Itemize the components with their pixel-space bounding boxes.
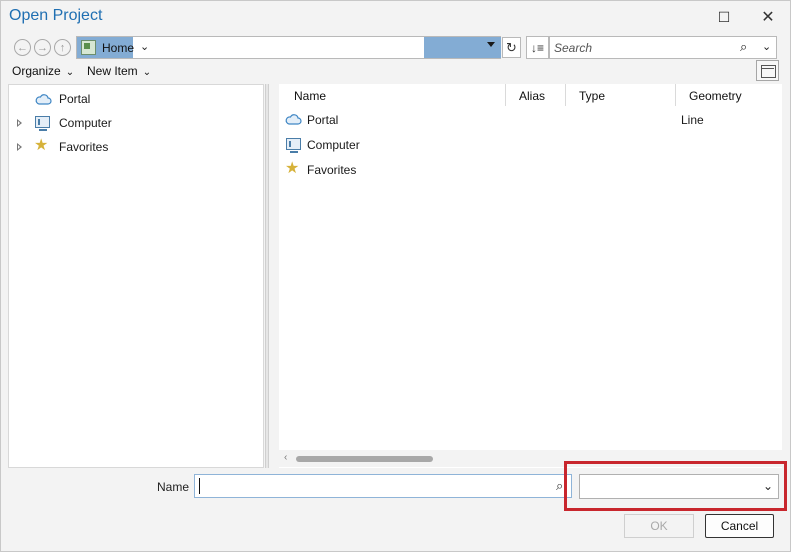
refresh-icon: ↻ bbox=[506, 39, 517, 55]
tree-label: Computer bbox=[59, 116, 112, 130]
navigation-tree[interactable]: Portal Computer ★ Favorites bbox=[8, 84, 264, 468]
up-button[interactable]: ↑ bbox=[54, 39, 71, 56]
back-arrow-icon: ← bbox=[17, 41, 28, 54]
computer-icon bbox=[35, 116, 50, 131]
open-project-dialog: Open Project ☐ ✕ ← → ↑ Home ⌄ ↻ ↓≡ ⌕ ⌄ O… bbox=[0, 0, 791, 552]
name-label: Name bbox=[157, 480, 190, 494]
search-input[interactable] bbox=[554, 40, 734, 56]
address-chevron-icon[interactable]: ⌄ bbox=[140, 40, 149, 53]
expand-arrow-icon[interactable] bbox=[17, 119, 22, 127]
annotation-highlight-box bbox=[564, 461, 787, 511]
search-icon[interactable]: ⌕ bbox=[740, 39, 747, 55]
search-box[interactable]: ⌕ ⌄ bbox=[549, 36, 777, 59]
tree-label: Portal bbox=[59, 92, 91, 106]
scrollbar-thumb[interactable] bbox=[296, 456, 433, 462]
expand-arrow-icon[interactable] bbox=[17, 143, 22, 151]
address-dropdown-icon[interactable] bbox=[487, 42, 495, 47]
search-dropdown-icon[interactable]: ⌄ bbox=[762, 40, 771, 53]
column-separator[interactable] bbox=[505, 84, 506, 106]
view-options-button[interactable] bbox=[756, 60, 779, 81]
list-item[interactable]: Portal Line bbox=[279, 110, 782, 132]
star-icon: ★ bbox=[285, 160, 300, 177]
column-separator[interactable] bbox=[565, 84, 566, 106]
chevron-down-icon: ⌄ bbox=[142, 67, 152, 78]
item-name: Favorites bbox=[307, 163, 357, 177]
address-bar[interactable]: Home ⌄ bbox=[76, 36, 501, 59]
item-geometry: Line bbox=[681, 113, 704, 127]
cloud-icon bbox=[285, 114, 302, 125]
forward-arrow-icon: → bbox=[37, 41, 48, 54]
search-icon[interactable]: ⌕ bbox=[556, 478, 563, 494]
tree-label: Favorites bbox=[59, 140, 109, 154]
home-folder-icon bbox=[81, 40, 96, 55]
address-text[interactable]: Home bbox=[102, 41, 134, 55]
column-header-geometry[interactable]: Geometry bbox=[689, 89, 742, 103]
up-arrow-icon: ↑ bbox=[59, 41, 66, 54]
name-input[interactable] bbox=[199, 478, 539, 494]
item-name: Portal bbox=[307, 113, 339, 127]
sort-icon: ↓≡ bbox=[530, 40, 544, 55]
organize-label: Organize bbox=[12, 64, 61, 78]
close-button[interactable]: ✕ bbox=[755, 5, 781, 29]
tree-item-computer[interactable]: Computer bbox=[9, 114, 263, 132]
tree-item-portal[interactable]: Portal bbox=[9, 90, 263, 108]
title-bar: Open Project ☐ ✕ bbox=[1, 1, 790, 33]
star-icon: ★ bbox=[34, 137, 49, 154]
tree-item-favorites[interactable]: ★ Favorites bbox=[9, 138, 263, 156]
list-item[interactable]: Computer bbox=[279, 135, 782, 157]
refresh-button[interactable]: ↻ bbox=[502, 37, 521, 58]
list-item[interactable]: ★ Favorites bbox=[279, 160, 782, 182]
chevron-down-icon: ⌄ bbox=[65, 67, 75, 78]
organize-menu[interactable]: Organize ⌄ bbox=[12, 64, 74, 78]
maximize-button[interactable]: ☐ bbox=[711, 5, 737, 29]
item-name: Computer bbox=[307, 138, 360, 152]
forward-button[interactable]: → bbox=[34, 39, 51, 56]
column-header-name[interactable]: Name bbox=[294, 89, 326, 103]
cloud-icon bbox=[35, 94, 52, 105]
column-header-type[interactable]: Type bbox=[579, 89, 605, 103]
name-field[interactable]: ⌕ bbox=[194, 474, 572, 498]
scroll-left-icon[interactable]: ‹ bbox=[284, 452, 287, 463]
back-button[interactable]: ← bbox=[14, 39, 31, 56]
content-list[interactable]: Name Alias Type Geometry Portal Line Com… bbox=[279, 84, 782, 468]
pane-splitter[interactable] bbox=[265, 84, 269, 468]
column-header-alias[interactable]: Alias bbox=[519, 89, 545, 103]
address-dropdown-area[interactable] bbox=[424, 37, 501, 58]
dialog-title: Open Project bbox=[9, 7, 103, 24]
new-item-menu[interactable]: New Item ⌄ bbox=[87, 64, 151, 78]
ok-button[interactable]: OK bbox=[624, 514, 694, 538]
sort-button[interactable]: ↓≡ bbox=[526, 36, 549, 59]
column-separator[interactable] bbox=[675, 84, 676, 106]
cancel-button[interactable]: Cancel bbox=[705, 514, 774, 538]
computer-icon bbox=[286, 138, 301, 153]
new-item-label: New Item bbox=[87, 64, 138, 78]
